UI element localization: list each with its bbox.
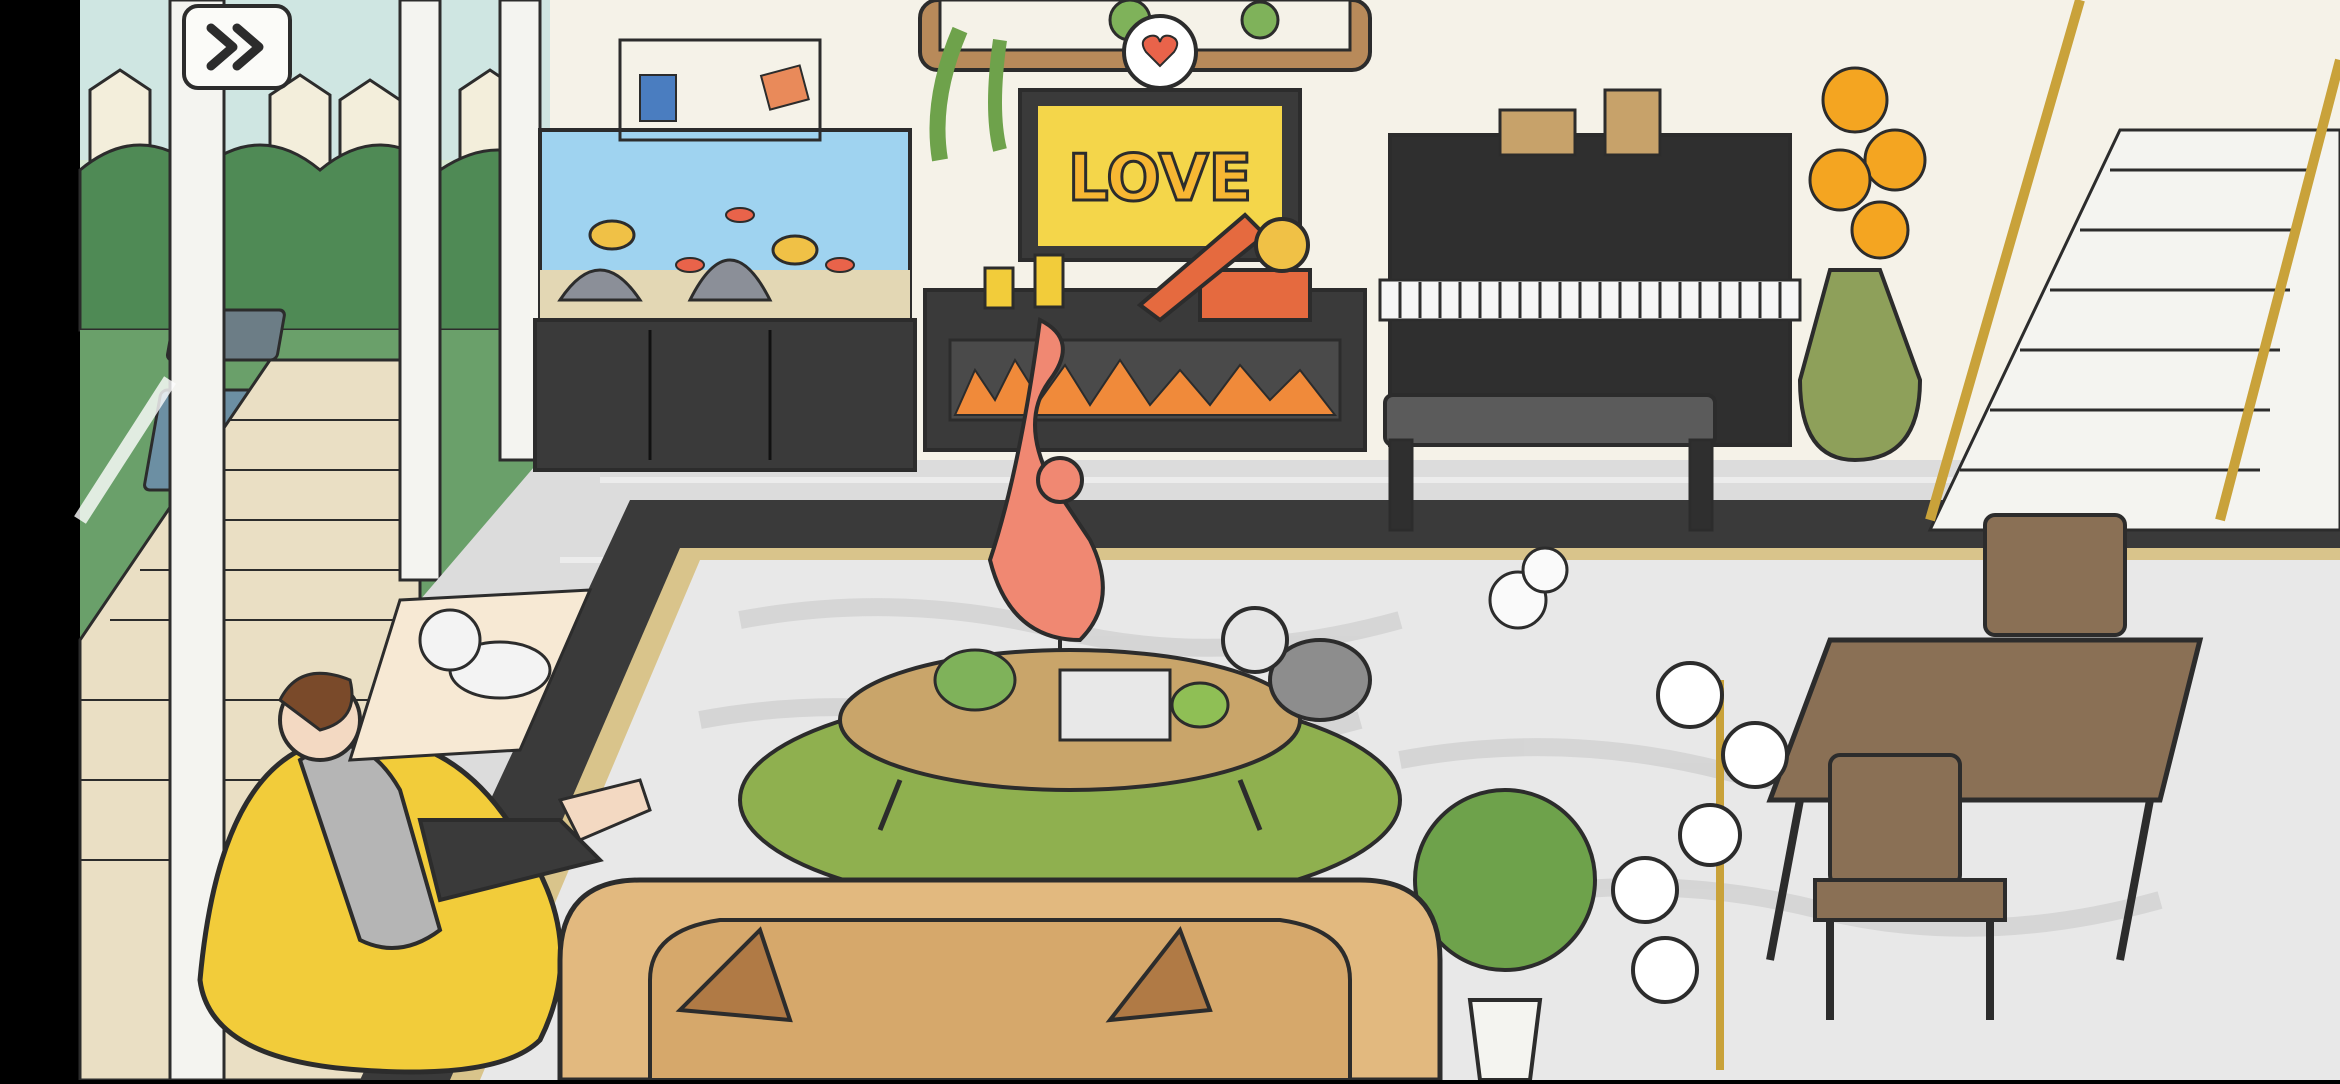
game-scene[interactable]: LOVE [0, 0, 2340, 1083]
box-cat-hotspot[interactable] [1140, 210, 1320, 330]
fast-forward-icon [206, 23, 264, 71]
tv-screen-text: LOVE [1068, 142, 1252, 216]
flamingo-hotspot[interactable] [960, 460, 1100, 660]
frog-hotspot[interactable] [1170, 675, 1240, 735]
white-kitten-hotspot[interactable] [1480, 540, 1580, 640]
person-hotspot[interactable] [260, 670, 640, 960]
cat-on-mat-hotspot[interactable] [400, 610, 550, 710]
fast-forward-button[interactable] [182, 4, 292, 90]
cat-sofa [557, 877, 1443, 1083]
